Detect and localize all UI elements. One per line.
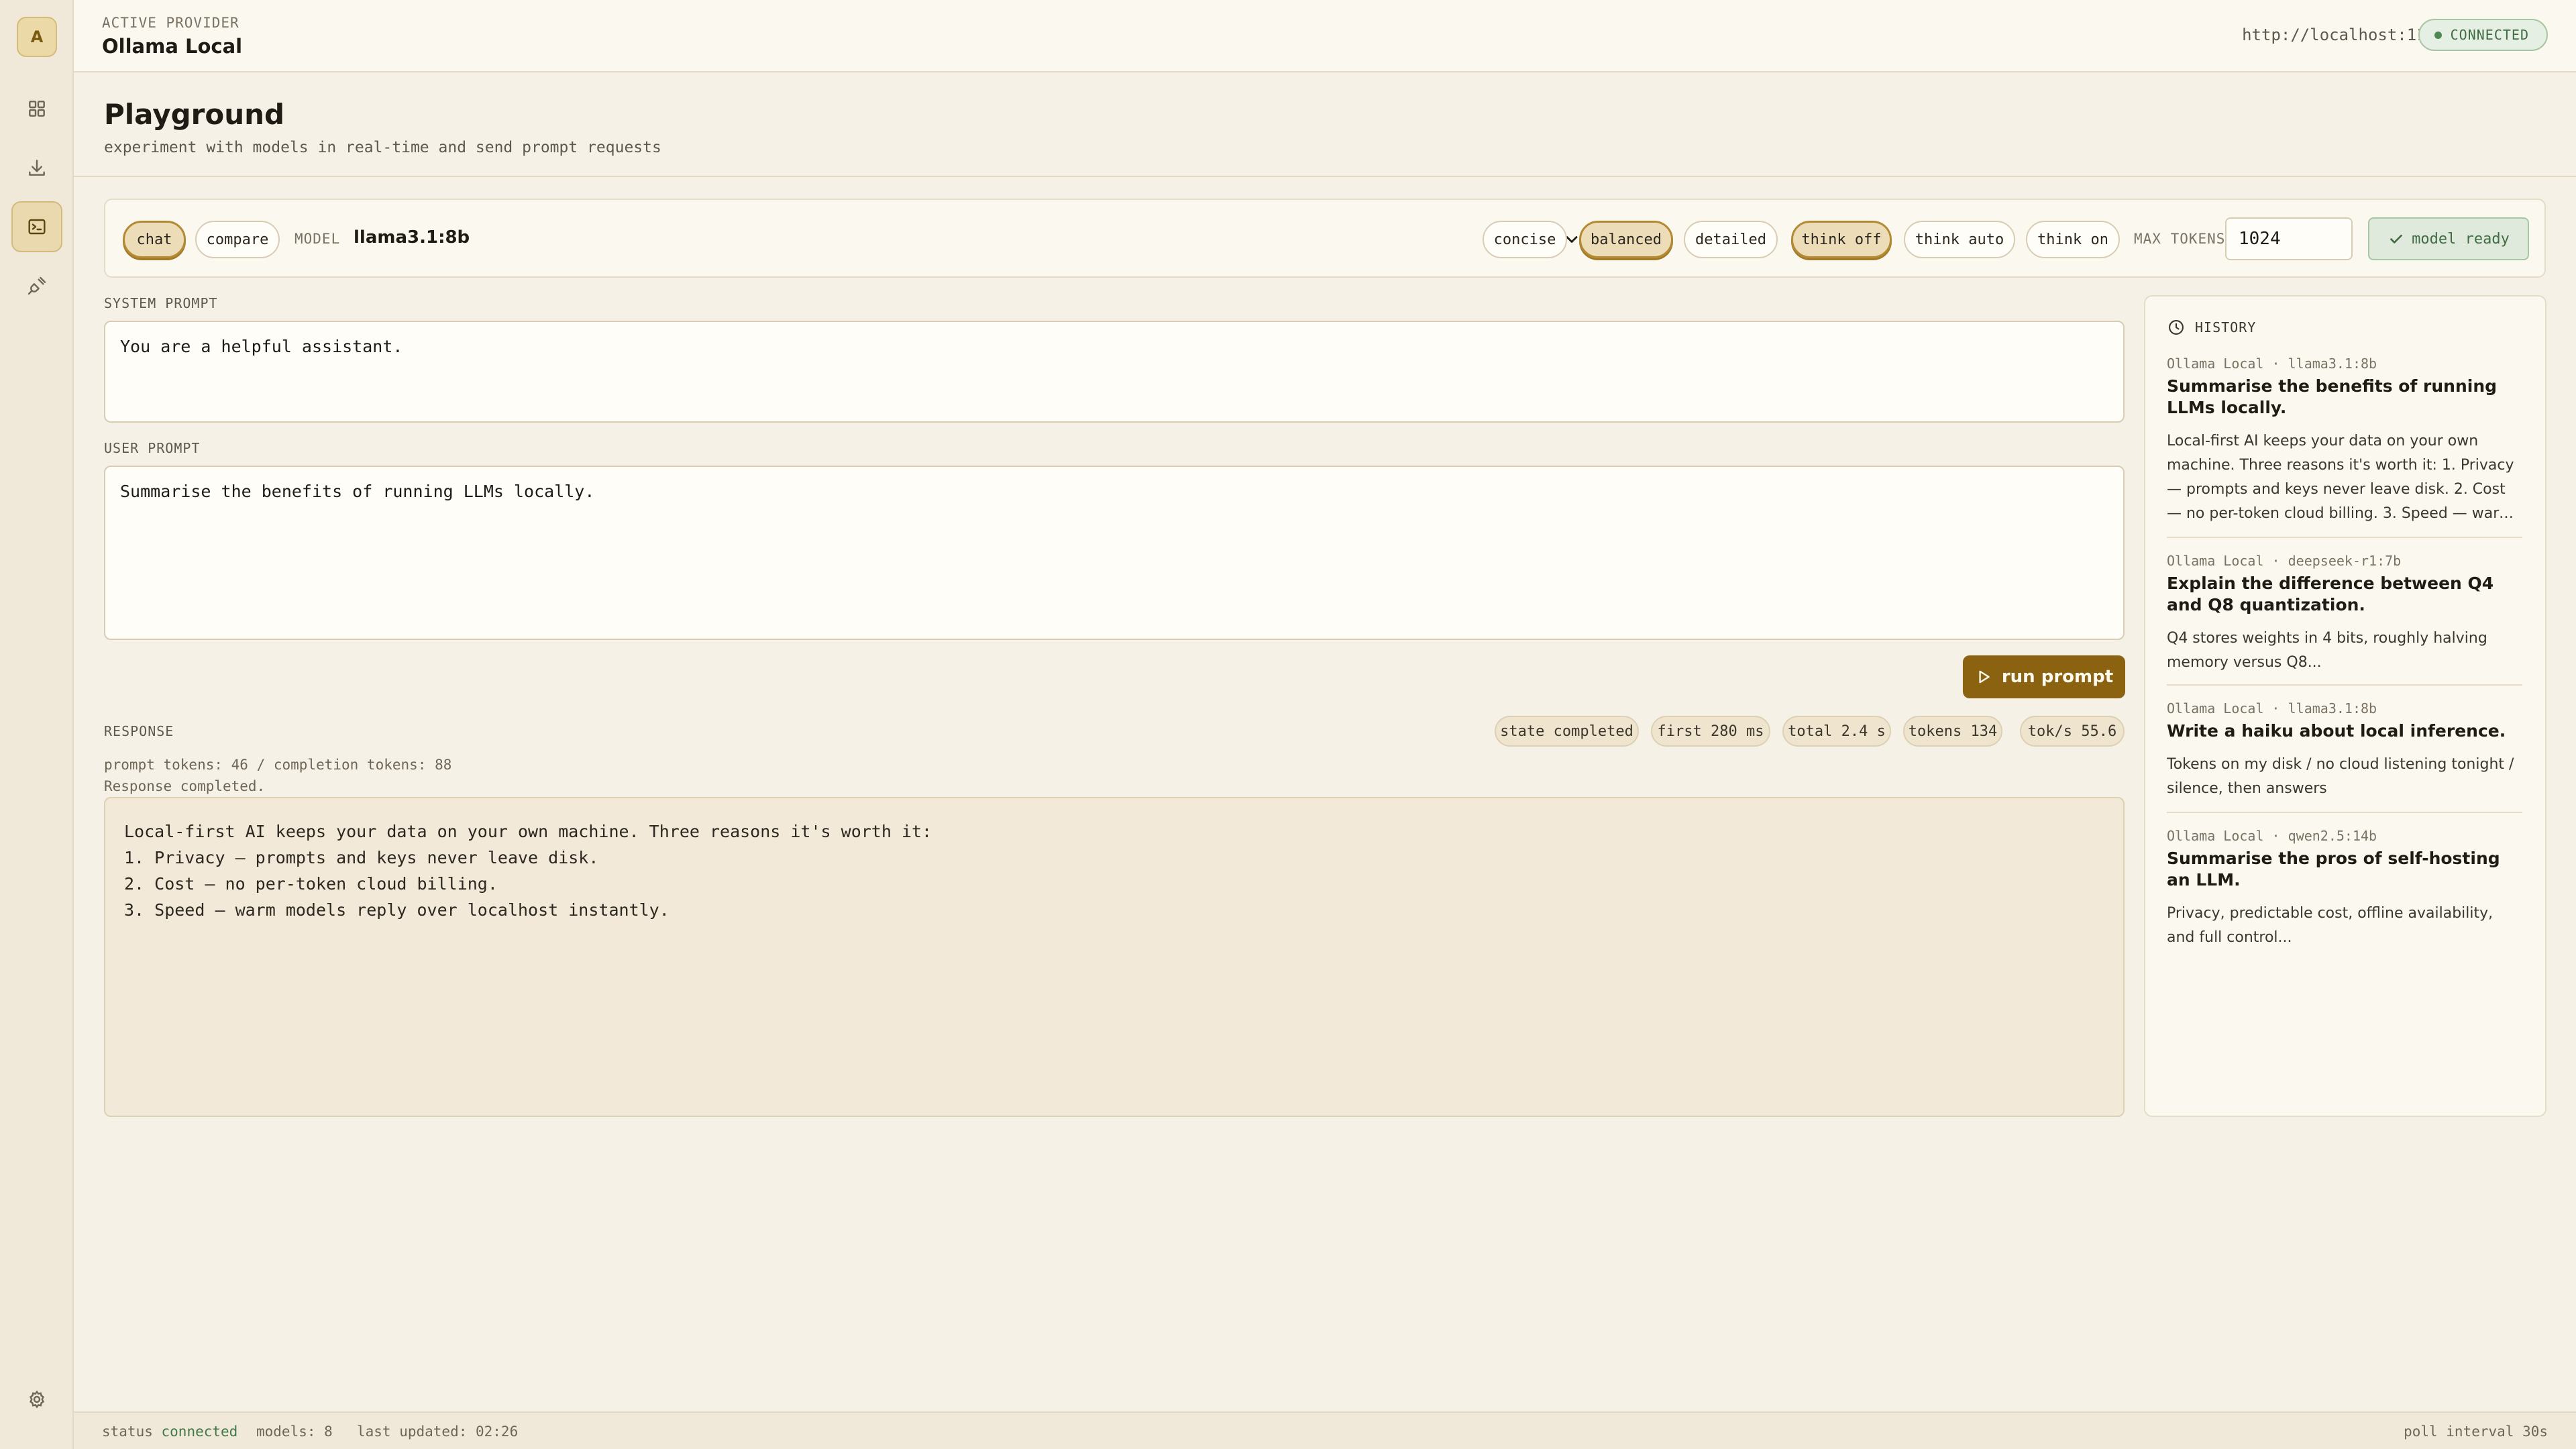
history-item-question: Write a haiku about local inference. [2167, 721, 2506, 741]
footer-models-count: models: 8 [256, 1424, 333, 1440]
model-ready-label: model ready [2412, 230, 2510, 248]
response-output: Local-first AI keeps your data on your o… [104, 797, 2125, 1117]
max-tokens-input[interactable] [2225, 217, 2353, 260]
plug-icon [28, 276, 46, 295]
style-balanced-button[interactable]: balanced [1579, 221, 1673, 258]
footer-status-label: status [102, 1424, 153, 1440]
model-select[interactable]: llama3.1:8b [354, 221, 1581, 258]
divider [74, 176, 2576, 177]
check-icon [2390, 234, 2403, 244]
page-subtitle: experiment with models in real-time and … [104, 139, 661, 156]
terminal-icon [28, 219, 46, 235]
run-prompt-button[interactable]: run prompt [1963, 655, 2125, 698]
history-item-question: Explain the difference between Q4 and Q8… [2167, 574, 2494, 614]
stat-state-badge: state completed [1495, 716, 1639, 747]
page-title: Playground [104, 98, 285, 131]
response-line: 3. Speed — warm models reply over localh… [124, 900, 669, 920]
divider [2167, 812, 2522, 813]
grid-icon [29, 101, 45, 117]
download-icon [29, 160, 45, 176]
status-dot-icon [2434, 32, 2442, 39]
response-line: 2. Cost — no per-token cloud billing. [124, 874, 498, 894]
stat-tokens-per-second-badge: tok/s 55.6 [2020, 716, 2125, 747]
system-prompt-label: SYSTEM PROMPT [104, 295, 218, 311]
history-header: HISTORY [2167, 317, 2256, 338]
sidebar-item-downloads[interactable] [11, 142, 62, 193]
settings-button[interactable] [17, 1379, 57, 1419]
response-status-line: Response completed. [104, 778, 266, 794]
history-item-meta: Ollama Local · llama3.1:8b [2167, 356, 2377, 372]
history-item-answer: Tokens on my disk / no cloud listening t… [2167, 756, 2514, 797]
status-badge-label: CONNECTED [2450, 27, 2529, 43]
style-concise-button[interactable]: concise [1483, 221, 1567, 258]
footer-last-updated: last updated: 02:26 [357, 1424, 519, 1440]
history-item-question: Summarise the benefits of running LLMs l… [2167, 376, 2498, 417]
user-prompt-label: USER PROMPT [104, 440, 201, 456]
footer-status-value: connected [161, 1424, 238, 1440]
history-title: HISTORY [2195, 319, 2257, 335]
sidebar-item-playground[interactable] [11, 201, 62, 252]
gear-icon [30, 1390, 44, 1409]
mode-chat-button[interactable]: chat [123, 221, 186, 258]
response-label: RESPONSE [104, 723, 174, 739]
history-item[interactable]: Ollama Local · llama3.1:8b Summarise the… [2167, 356, 2522, 526]
think-auto-button[interactable]: think auto [1904, 221, 2015, 258]
think-on-button[interactable]: think on [2026, 221, 2120, 258]
token-usage-line: prompt tokens: 46 / completion tokens: 8… [104, 757, 452, 773]
model-label: MODEL [294, 231, 341, 247]
mode-compare-button[interactable]: compare [195, 221, 280, 258]
history-panel: HISTORY Ollama Local · llama3.1:8b Summa… [2144, 295, 2546, 1117]
style-detailed-button[interactable]: detailed [1684, 221, 1778, 258]
avatar[interactable]: A [17, 17, 57, 57]
history-item-meta: Ollama Local · qwen2.5:14b [2167, 828, 2377, 844]
sidebar: A [0, 0, 74, 1449]
provider-name[interactable]: Ollama Local [102, 35, 242, 58]
history-item-meta: Ollama Local · llama3.1:8b [2167, 700, 2377, 716]
max-tokens-label: MAX TOKENS [2134, 231, 2226, 247]
provider-label: ACTIVE PROVIDER [102, 15, 239, 31]
response-line: 1. Privacy — prompts and keys never leav… [124, 848, 599, 867]
think-off-button[interactable]: think off [1791, 221, 1892, 258]
stat-first-token-badge: first 280 ms [1651, 716, 1770, 747]
user-prompt-input[interactable]: Summarise the benefits of running LLMs l… [104, 466, 2125, 640]
history-item-meta: Ollama Local · deepseek-r1:7b [2167, 553, 2402, 569]
play-icon [1979, 670, 1990, 684]
history-item[interactable]: Ollama Local · deepseek-r1:7b Explain th… [2167, 553, 2522, 675]
history-item-answer: Local-first AI keeps your data on your o… [2167, 433, 2514, 522]
stat-total-time-badge: total 2.4 s [1782, 716, 1891, 747]
divider [2167, 684, 2522, 686]
stat-tokens-badge: tokens 134 [1903, 716, 2002, 747]
playground-toolbar: chat compare MODEL llama3.1:8b concise b… [104, 199, 2546, 278]
system-prompt-input[interactable]: You are a helpful assistant. [104, 321, 2125, 423]
divider [2167, 537, 2522, 538]
status-bar: status connected models: 8 last updated:… [74, 1411, 2576, 1449]
footer-status: status connected [102, 1424, 237, 1440]
model-select-value: llama3.1:8b [354, 227, 470, 248]
status-badge: CONNECTED [2418, 19, 2548, 51]
response-line: Local-first AI keeps your data on your o… [124, 822, 932, 841]
history-item-question: Summarise the pros of self-hosting an LL… [2167, 849, 2500, 890]
sidebar-item-dashboard[interactable] [11, 83, 62, 134]
sidebar-item-plugins[interactable] [11, 260, 62, 311]
history-item[interactable]: Ollama Local · qwen2.5:14b Summarise the… [2167, 828, 2522, 950]
history-item-answer: Q4 stores weights in 4 bits, roughly hal… [2167, 630, 2487, 671]
clock-icon [2169, 320, 2184, 335]
top-bar: ACTIVE PROVIDER Ollama Local http://loca… [74, 0, 2576, 72]
history-item[interactable]: Ollama Local · llama3.1:8b Write a haiku… [2167, 700, 2522, 801]
history-item-answer: Privacy, predictable cost, offline avail… [2167, 905, 2493, 946]
run-prompt-label: run prompt [2001, 667, 2114, 687]
model-ready-button[interactable]: model ready [2368, 217, 2529, 260]
footer-poll-interval: poll interval 30s [2404, 1424, 2548, 1440]
